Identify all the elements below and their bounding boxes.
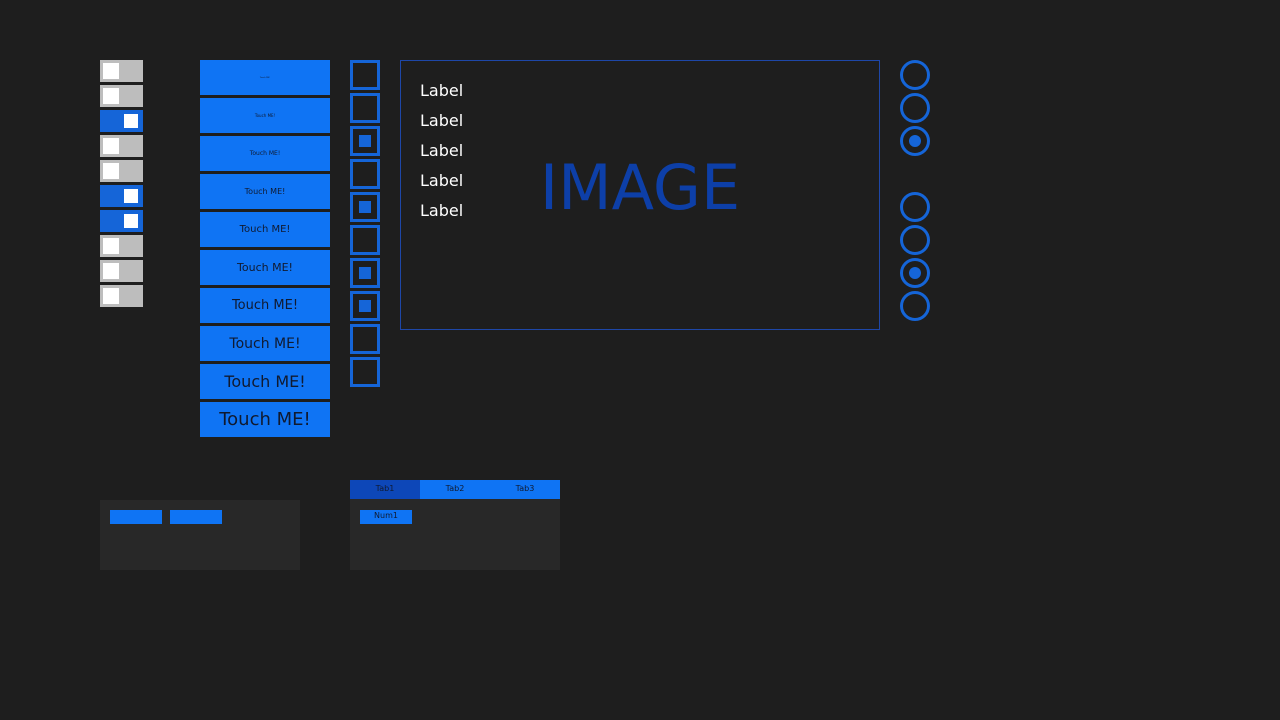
touch-button-9[interactable]: Touch ME!	[200, 364, 330, 399]
checkbox-1[interactable]	[350, 93, 380, 123]
touch-button-1[interactable]: Touch ME!	[200, 60, 330, 95]
touch-button-3[interactable]: Touch ME!	[200, 136, 330, 171]
toggle-knob	[103, 238, 119, 254]
tab-bar: Tab1 Tab2 Tab3	[350, 480, 560, 499]
toggle-knob	[103, 263, 119, 279]
toggle-3[interactable]	[100, 135, 143, 157]
toggle-5[interactable]	[100, 185, 143, 207]
touch-button-6[interactable]: Touch ME!	[200, 250, 330, 285]
radio-group-1-option-1[interactable]	[900, 60, 930, 90]
checkbox-mark	[359, 135, 371, 147]
touch-button-4[interactable]: Touch ME!	[200, 174, 330, 209]
radio-group-1-option-3[interactable]	[900, 126, 930, 156]
checkbox-3[interactable]	[350, 159, 380, 189]
checkbox-5[interactable]	[350, 225, 380, 255]
toggle-2[interactable]	[100, 110, 143, 132]
toggle-knob	[103, 288, 119, 304]
toggle-0[interactable]	[100, 60, 143, 82]
touch-button-5[interactable]: Touch ME!	[200, 212, 330, 247]
toggle-9[interactable]	[100, 285, 143, 307]
touch-button-2[interactable]: Touch ME!	[200, 98, 330, 133]
radio-dot	[909, 267, 921, 279]
toggle-knob	[123, 188, 139, 204]
touch-button-7[interactable]: Touch ME!	[200, 288, 330, 323]
radio-group-2-option-2[interactable]	[900, 225, 930, 255]
checkbox-mark	[359, 201, 371, 213]
tab-3[interactable]: Tab3	[490, 480, 560, 499]
toggle-4[interactable]	[100, 160, 143, 182]
radio-group-1-option-2[interactable]	[900, 93, 930, 123]
checkbox-mark	[359, 267, 371, 279]
toggle-1[interactable]	[100, 85, 143, 107]
toggle-knob	[103, 163, 119, 179]
radio-group-2-option-4[interactable]	[900, 291, 930, 321]
radio-dot	[909, 135, 921, 147]
toggle-6[interactable]	[100, 210, 143, 232]
tab-panel: Tab1 Tab2 Tab3 Num1	[350, 480, 560, 570]
num1-button[interactable]: Num1	[360, 510, 412, 524]
panel-label-2: Label	[420, 111, 464, 130]
toggle-knob	[123, 113, 139, 129]
image-panel: Label Label Label Label Label IMAGE	[400, 60, 880, 330]
small-button-1[interactable]	[110, 510, 162, 524]
touch-button-10[interactable]: Touch ME!	[200, 402, 330, 437]
button-panel	[100, 500, 300, 570]
checkbox-6[interactable]	[350, 258, 380, 288]
checkbox-7[interactable]	[350, 291, 380, 321]
panel-label-1: Label	[420, 81, 464, 100]
toggle-knob	[103, 63, 119, 79]
radio-group-2-option-3[interactable]	[900, 258, 930, 288]
tab-1[interactable]: Tab1	[350, 480, 420, 499]
image-placeholder-text: IMAGE	[539, 151, 741, 224]
toggle-knob	[103, 88, 119, 104]
checkbox-4[interactable]	[350, 192, 380, 222]
checkbox-2[interactable]	[350, 126, 380, 156]
checkbox-0[interactable]	[350, 60, 380, 90]
toggle-7[interactable]	[100, 235, 143, 257]
checkbox-mark	[359, 300, 371, 312]
checkbox-8[interactable]	[350, 324, 380, 354]
radio-group-2-option-1[interactable]	[900, 192, 930, 222]
touch-button-8[interactable]: Touch ME!	[200, 326, 330, 361]
tab-2[interactable]: Tab2	[420, 480, 490, 499]
checkbox-9[interactable]	[350, 357, 380, 387]
toggle-8[interactable]	[100, 260, 143, 282]
small-button-2[interactable]	[170, 510, 222, 524]
toggle-knob	[123, 213, 139, 229]
toggle-knob	[103, 138, 119, 154]
